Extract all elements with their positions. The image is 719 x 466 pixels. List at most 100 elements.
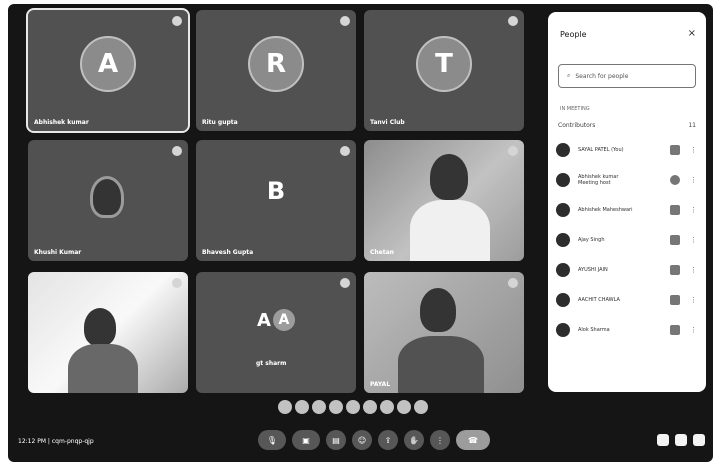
participant-torso — [410, 200, 490, 261]
mic-off-icon — [670, 325, 680, 335]
participant-row[interactable]: Abhishek kumar Meeting host ⋮ — [556, 170, 700, 190]
call-controls: 🎙 ▣ ▤ ☺ ⇪ ✋ ⋮ ☎ — [258, 430, 490, 450]
participant-name: PAYAL — [370, 381, 391, 388]
thinking-reaction-icon[interactable] — [397, 400, 411, 414]
clock: 12:12 PM — [18, 438, 46, 445]
avatar — [556, 263, 570, 277]
avatar: T — [416, 36, 472, 93]
thumbs-down-reaction-icon[interactable] — [414, 400, 428, 414]
mic-off-icon — [670, 265, 680, 275]
participant-row[interactable]: Ajay Singh ⋮ — [556, 230, 700, 250]
participant-row[interactable]: Abhishek Maheshwari ⋮ — [556, 200, 700, 220]
laugh-reaction-icon[interactable] — [346, 400, 360, 414]
search-icon: ⌕ — [567, 72, 571, 79]
participant-tile-4[interactable]: Khushi Kumar — [28, 140, 188, 261]
participant-tile-5[interactable]: B Bhavesh Gupta — [196, 140, 356, 261]
avatar — [556, 173, 570, 187]
participant-name: Abhishek kumar — [34, 119, 89, 126]
participant-name: AYUSHI JAIN — [578, 267, 608, 273]
participant-name: SAYAL PATEL (You) — [578, 147, 624, 153]
video-grid: A Abhishek kumar R Ritu gupta T Tanvi Cl… — [26, 8, 533, 400]
participant-tile-3[interactable]: T Tanvi Club — [364, 10, 524, 131]
mic-off-icon — [172, 16, 182, 26]
reactions-button[interactable]: ☺ — [352, 430, 372, 450]
participant-tile-8[interactable]: A A gt sharm — [196, 272, 356, 393]
side-controls — [657, 434, 705, 446]
chat-icon[interactable] — [693, 434, 705, 446]
raise-hand-button[interactable]: ✋ — [404, 430, 424, 450]
bottom-control-bar: 12:12 PM | cqm-pnqp-qjp 🎙 ▣ ▤ ☺ ⇪ ✋ ⋮ ☎ — [8, 424, 713, 462]
search-placeholder: Search for people — [575, 72, 629, 80]
more-options-button[interactable]: ⋮ — [430, 430, 450, 450]
mic-off-icon — [670, 235, 680, 245]
participant-row[interactable]: AYUSHI JAIN ⋮ — [556, 260, 700, 280]
participant-head — [430, 154, 468, 200]
participant-head — [420, 288, 456, 332]
close-icon[interactable]: × — [688, 28, 696, 39]
participant-name: Ritu gupta — [202, 119, 238, 126]
mic-off-icon — [340, 278, 350, 288]
participant-name: Bhavesh Gupta — [202, 249, 254, 256]
participant-head — [84, 308, 116, 346]
mic-off-icon — [670, 295, 680, 305]
search-input[interactable]: ⌕ Search for people — [558, 64, 696, 88]
participant-row[interactable]: AACHIT CHAWLA ⋮ — [556, 290, 700, 310]
avatar — [556, 233, 570, 247]
participant-tile-6[interactable]: Chetan — [364, 140, 524, 261]
mic-off-icon — [508, 278, 518, 288]
captions-button[interactable]: ▤ — [326, 430, 346, 450]
participant-name: gt sharm — [256, 360, 287, 367]
participant-torso — [68, 344, 138, 393]
participant-photo — [90, 176, 124, 218]
celebrate-reaction-icon[interactable] — [312, 400, 326, 414]
participant-tile-2[interactable]: R Ritu gupta — [196, 10, 356, 131]
sad-reaction-icon[interactable] — [380, 400, 394, 414]
more-options-icon[interactable]: ⋮ — [690, 266, 697, 274]
more-options-icon[interactable]: ⋮ — [690, 326, 697, 334]
more-options-icon[interactable]: ⋮ — [690, 206, 697, 214]
clap-reaction-icon[interactable] — [329, 400, 343, 414]
avatar — [556, 293, 570, 307]
participant-row[interactable]: SAYAL PATEL (You) ⋮ — [556, 140, 700, 160]
mic-off-icon — [340, 16, 350, 26]
more-options-icon[interactable]: ⋮ — [690, 176, 697, 184]
avatar — [556, 203, 570, 217]
contributors-header[interactable]: Contributors 11 — [558, 122, 696, 129]
more-options-icon[interactable]: ⋮ — [690, 236, 697, 244]
speaking-icon — [670, 175, 680, 185]
mic-off-icon — [508, 146, 518, 156]
participant-tile-7[interactable] — [28, 272, 188, 393]
participant-name: Chetan — [370, 249, 394, 256]
participant-name: Alok Sharma — [578, 327, 610, 333]
participant-tile-9[interactable]: PAYAL — [364, 272, 524, 393]
more-options-icon[interactable]: ⋮ — [690, 296, 697, 304]
participant-name: Ajay Singh — [578, 237, 605, 243]
mic-off-icon — [670, 145, 680, 155]
participant-name: Khushi Kumar — [34, 249, 82, 256]
group-count: 11 — [688, 122, 696, 129]
mic-toggle-button[interactable]: 🎙 — [258, 430, 286, 450]
participant-torso — [398, 336, 484, 393]
section-label: IN MEETING — [560, 106, 590, 112]
leave-call-button[interactable]: ☎ — [456, 430, 490, 450]
avatar: A — [272, 309, 295, 332]
present-button[interactable]: ⇪ — [378, 430, 398, 450]
participant-name: Abhishek kumar Meeting host — [578, 174, 619, 186]
participant-tile-1[interactable]: A Abhishek kumar — [26, 8, 190, 133]
thumbs-up-reaction-icon[interactable] — [295, 400, 309, 414]
heart-reaction-icon[interactable] — [278, 400, 292, 414]
more-options-icon[interactable]: ⋮ — [690, 146, 697, 154]
surprised-reaction-icon[interactable] — [363, 400, 377, 414]
participant-name: AACHIT CHAWLA — [578, 297, 620, 303]
mic-off-icon — [172, 278, 182, 288]
participant-row[interactable]: Alok Sharma ⋮ — [556, 320, 700, 340]
avatar-letter: A — [257, 309, 271, 331]
panel-title: People — [560, 30, 587, 39]
mic-off-icon — [172, 146, 182, 156]
meeting-code: cqm-pnqp-qjp — [51, 438, 94, 445]
camera-toggle-button[interactable]: ▣ — [292, 430, 320, 450]
mic-off-icon — [508, 16, 518, 26]
info-icon[interactable] — [657, 434, 669, 446]
people-icon[interactable] — [675, 434, 687, 446]
avatar — [556, 143, 570, 157]
